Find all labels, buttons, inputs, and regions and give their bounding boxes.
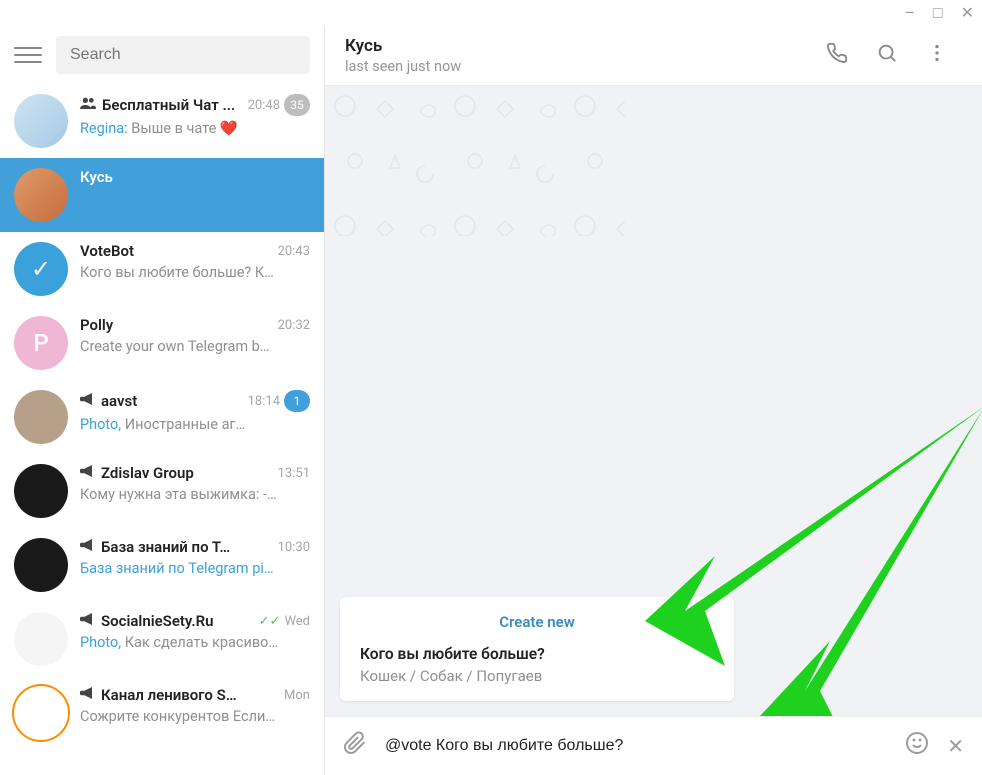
channel-icon [80, 538, 95, 556]
window-titlebar: – □ ✕ [0, 0, 982, 26]
attach-button[interactable] [343, 731, 367, 761]
chat-list-item[interactable]: Кусь [0, 158, 324, 232]
chat-time: ✓✓ Wed [253, 614, 310, 629]
avatar [14, 612, 68, 666]
close-window-button[interactable]: ✕ [961, 5, 974, 21]
unread-badge: 1 [284, 390, 310, 412]
call-button[interactable] [812, 36, 862, 75]
message-preview: Кого вы любите больше? К… [80, 264, 274, 281]
more-button[interactable] [912, 36, 962, 75]
avatar [14, 390, 68, 444]
chat-time: Mon [278, 688, 310, 703]
message-input[interactable] [385, 737, 887, 755]
cancel-button[interactable]: ✕ [947, 734, 964, 758]
chat-name: Polly [80, 316, 113, 334]
background-pattern [325, 86, 625, 236]
channel-icon [80, 392, 95, 410]
chat-title: Кусь [345, 36, 812, 56]
group-icon [80, 97, 96, 113]
bot-suggestion-popup[interactable]: Create new Кого вы любите больше? Кошек … [340, 597, 734, 701]
avatar [14, 168, 68, 222]
chat-time: 10:30 [272, 540, 310, 555]
chat-name: aavst [101, 392, 137, 410]
channel-icon [80, 686, 95, 704]
avatar: P [14, 316, 68, 370]
chat-time: 18:14 1 [242, 390, 310, 412]
message-composer: ✕ [325, 716, 982, 775]
chat-name: База знаний по Т… [101, 538, 230, 556]
chat-list-item[interactable]: База знаний по Т… 10:30 База знаний по Te… [0, 528, 324, 602]
create-new-link[interactable]: Create new [360, 613, 714, 631]
search-messages-button[interactable] [862, 36, 912, 75]
chat-background: Create new Кого вы любите больше? Кошек … [325, 86, 982, 716]
link-label: База знаний по Telegram pi… [80, 560, 274, 577]
avatar [14, 538, 68, 592]
annotation-arrow-icon [725, 401, 982, 716]
message-preview: Create your own Telegram b… [80, 338, 270, 355]
chat-list-item[interactable]: Канал ленивого S… Mon Сожрите конкурентов… [0, 676, 324, 750]
unread-badge: 35 [284, 94, 310, 116]
maximize-button[interactable]: □ [933, 5, 943, 21]
chat-time: 13:51 [272, 466, 310, 481]
chat-list-item[interactable]: aavst 18:14 1 Photo, Иностранные аг… [0, 380, 324, 454]
emoji-button[interactable] [905, 731, 929, 761]
chat-list-item[interactable]: ✓ VoteBot 20:43 Кого вы любите больше? К… [0, 232, 324, 306]
chat-list-item[interactable]: SocialnieSety.Ru ✓✓ Wed Photo, Как сделат… [0, 602, 324, 676]
search-input[interactable] [56, 36, 310, 74]
chat-name: SocialnieSety.Ru [101, 612, 214, 630]
message-preview: Как сделать красиво… [125, 634, 278, 651]
poll-question: Кого вы любите больше? [360, 645, 714, 663]
chat-panel: Кусь last seen just now Create new Кого … [325, 26, 982, 775]
link-label: Photo, [80, 416, 125, 433]
chat-name: Кусь [80, 168, 113, 186]
chat-time: 20:48 35 [242, 94, 310, 116]
message-preview: Сожрите конкурентов Если… [80, 708, 275, 725]
message-preview: Кому нужна эта выжимка: -… [80, 486, 277, 503]
chat-header: Кусь last seen just now [325, 26, 982, 86]
chat-name: VoteBot [80, 242, 134, 260]
chat-status: last seen just now [345, 58, 812, 75]
chat-list-item[interactable]: P Polly 20:32 Create your own Telegram b… [0, 306, 324, 380]
chat-name: Бесплатный Чат ... [102, 96, 235, 114]
minimize-button[interactable]: – [904, 5, 915, 21]
chat-time: 20:43 [272, 244, 310, 259]
avatar: ✓ [14, 242, 68, 296]
channel-icon [80, 464, 95, 482]
chat-list-item[interactable]: Бесплатный Чат ... 20:48 35 Regina: Выше в… [0, 84, 324, 158]
avatar [14, 94, 68, 148]
avatar [14, 686, 68, 740]
avatar [14, 464, 68, 518]
chat-name: Канал ленивого S… [101, 686, 237, 704]
channel-icon [80, 612, 95, 630]
message-preview: Иностранные аг… [125, 416, 246, 433]
chat-list[interactable]: Бесплатный Чат ... 20:48 35 Regina: Выше в… [0, 84, 324, 775]
message-preview: Выше в чате ❤️ [128, 120, 238, 137]
link-label: Photo, [80, 634, 125, 651]
menu-button[interactable] [14, 47, 42, 63]
chat-list-item[interactable]: Zdislav Group 13:51 Кому нужна эта выжимк… [0, 454, 324, 528]
sender-label: Regina: [80, 120, 128, 137]
chat-name: Zdislav Group [101, 464, 194, 482]
poll-options: Кошек / Собак / Попугаев [360, 667, 714, 685]
chat-time: 20:32 [272, 318, 310, 333]
sidebar: Бесплатный Чат ... 20:48 35 Regina: Выше в… [0, 26, 325, 775]
